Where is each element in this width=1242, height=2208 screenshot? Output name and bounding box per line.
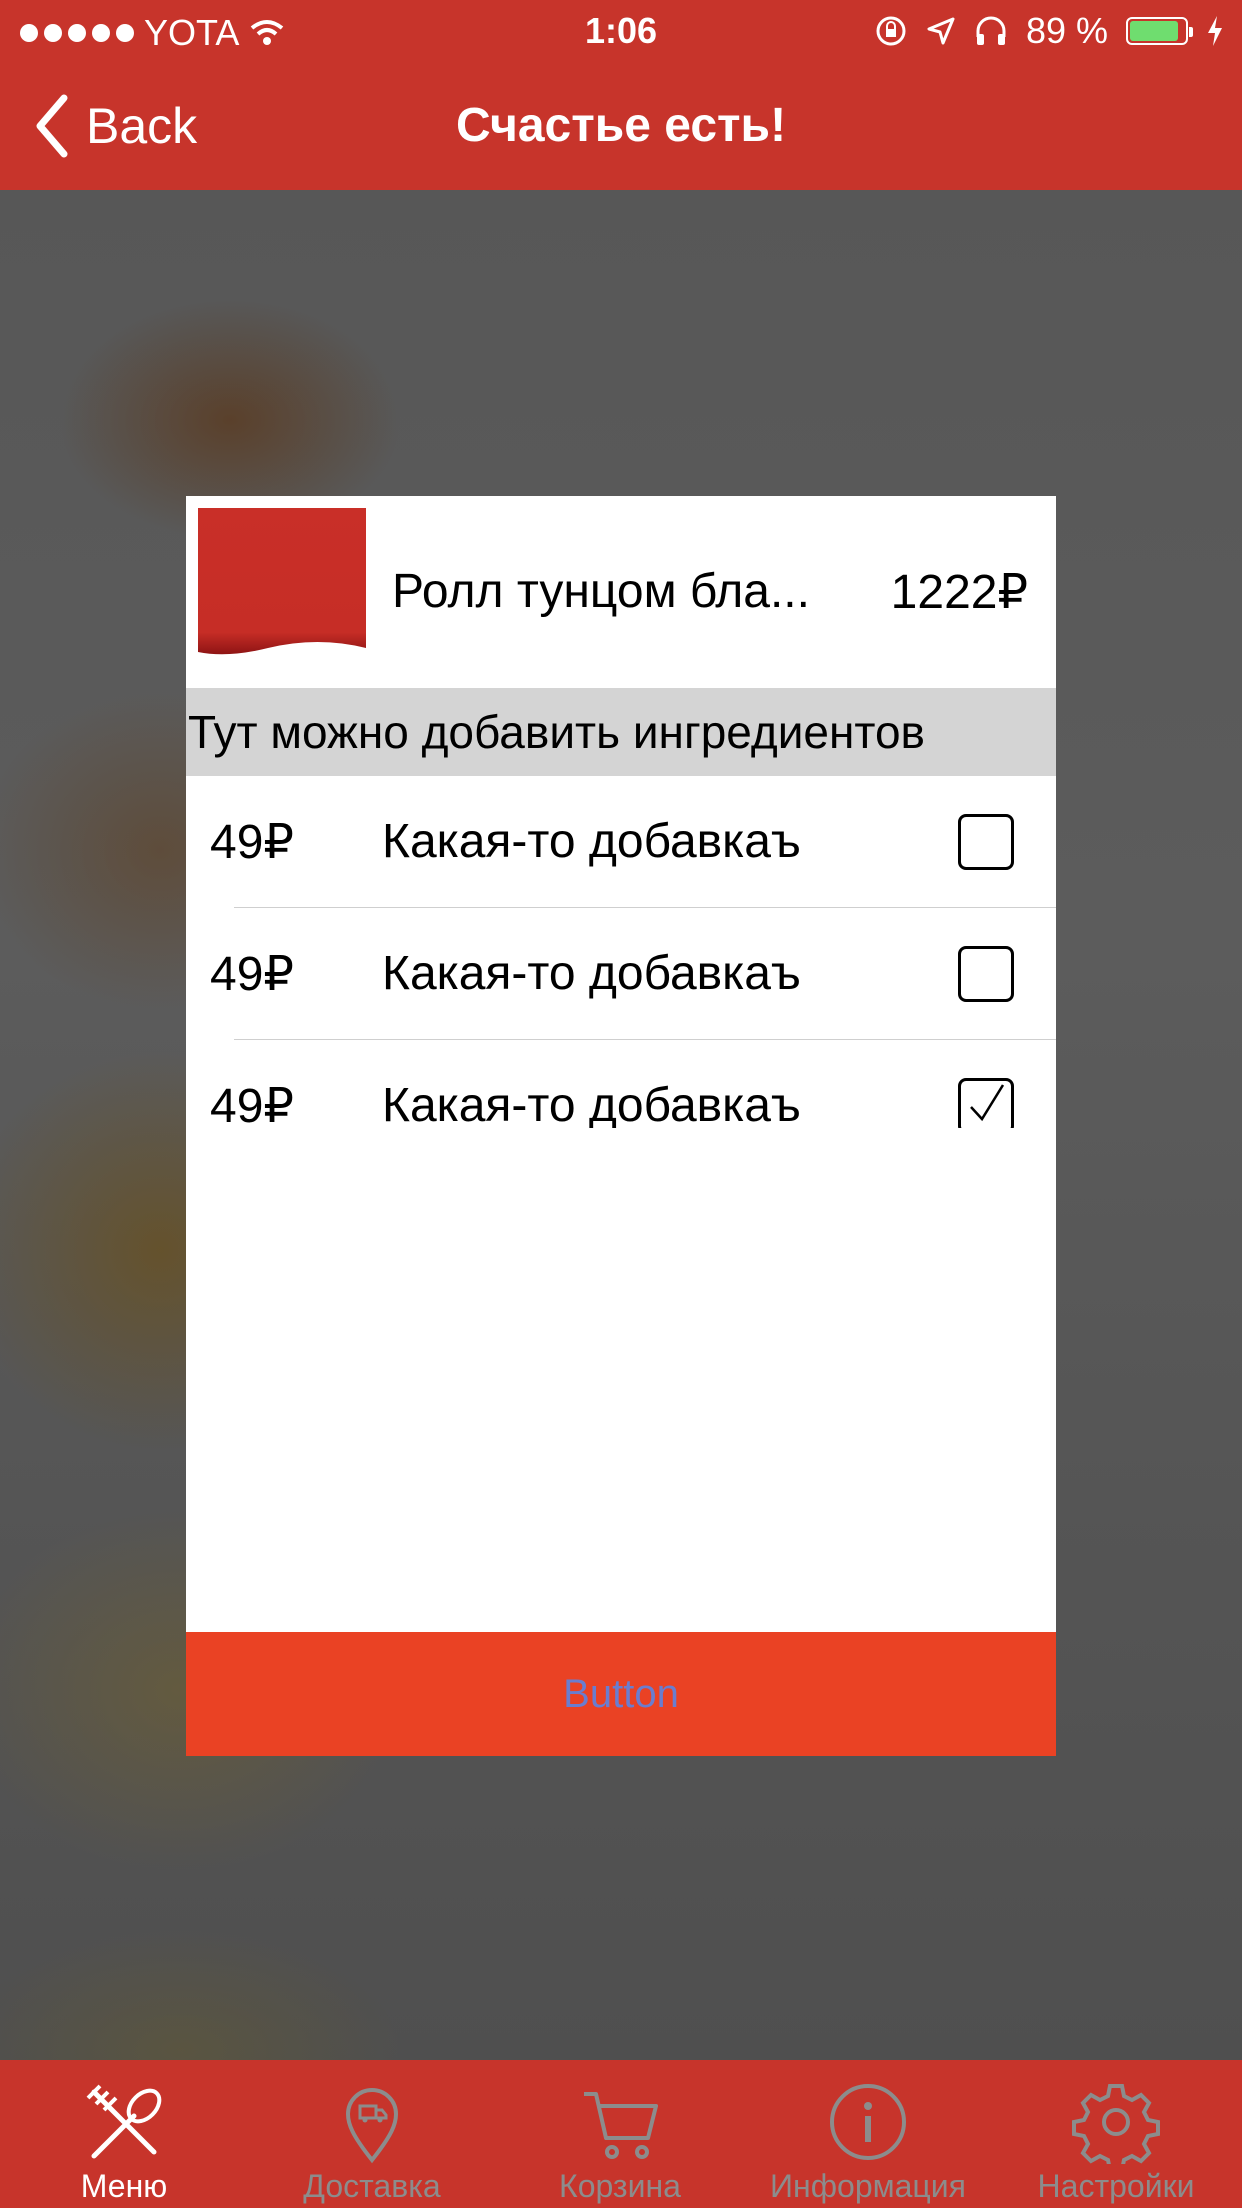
- info-icon: [830, 2084, 906, 2160]
- addition-price: 49₽: [210, 948, 294, 1001]
- page-title: Счастье есть!: [455, 99, 787, 152]
- tab-label: Настройки: [1037, 2168, 1195, 2204]
- tab-3[interactable]: Информация: [744, 2060, 992, 2208]
- tab-bar: Меню Доставка Корзина Информация Настройки: [0, 2060, 1242, 2208]
- addition-checkbox[interactable]: [958, 814, 1014, 870]
- addition-label: Какая-то добавкаъ: [382, 947, 801, 1000]
- map-pin-truck-icon: [345, 2088, 399, 2164]
- section-header: Тут можно добавить ингредиентов: [186, 688, 1056, 776]
- tab-label: Меню: [80, 2168, 168, 2204]
- gear-icon: [1072, 2084, 1160, 2164]
- cart-icon: [584, 2092, 658, 2159]
- fork-spoon-icon: [86, 2084, 162, 2159]
- addition-label: Какая-то добавкаъ: [382, 815, 801, 868]
- charging-bolt-icon: [1208, 16, 1222, 46]
- item-image: [198, 508, 366, 655]
- ingredients-popup: Ролл тунцом бла... 1222₽ Тут можно добав…: [186, 496, 1056, 1756]
- tab-0[interactable]: Меню: [0, 2060, 248, 2208]
- status-bar: YOTA 1:06 89 %: [0, 0, 1242, 64]
- addition-row[interactable]: 49₽ Какая-то добавкаъ: [186, 776, 1056, 908]
- location-arrow-icon: [927, 17, 955, 45]
- addition-row[interactable]: 49₽ Какая-то добавкаъ: [186, 1040, 1056, 1128]
- checkmark-icon: [970, 1084, 1005, 1122]
- tab-1[interactable]: Доставка: [248, 2060, 496, 2208]
- item-name: Ролл тунцом бла...: [392, 565, 810, 618]
- status-right: 89 %: [874, 10, 1224, 52]
- rotation-lock-icon: [876, 16, 906, 46]
- addition-checkbox[interactable]: [958, 1078, 1014, 1128]
- battery-percent: 89 %: [1025, 10, 1108, 51]
- item-price: 1222₽: [890, 566, 1028, 619]
- tab-4[interactable]: Настройки: [992, 2060, 1240, 2208]
- addition-row[interactable]: 49₽ Какая-то добавкаъ: [186, 908, 1056, 1040]
- addition-checkbox[interactable]: [958, 946, 1014, 1002]
- confirm-button[interactable]: Button: [186, 1632, 1056, 1756]
- tab-label: Корзина: [559, 2168, 681, 2204]
- battery-icon: [1126, 17, 1193, 45]
- tab-label: Доставка: [303, 2168, 441, 2204]
- headphones-icon: [976, 16, 1006, 45]
- additions-list[interactable]: 49₽ Какая-то добавкаъ 49₽ Какая-то добавкаъ…: [186, 776, 1056, 1128]
- navigation-bar: Back Счастье есть!: [0, 64, 1242, 190]
- addition-price: 49₽: [210, 1080, 294, 1128]
- tab-2[interactable]: Корзина: [496, 2060, 744, 2208]
- item-header: Ролл тунцом бла... 1222₽: [186, 496, 1056, 688]
- addition-label: Какая-то добавкаъ: [382, 1079, 801, 1128]
- addition-price: 49₽: [210, 816, 294, 869]
- tab-label: Информация: [770, 2168, 966, 2204]
